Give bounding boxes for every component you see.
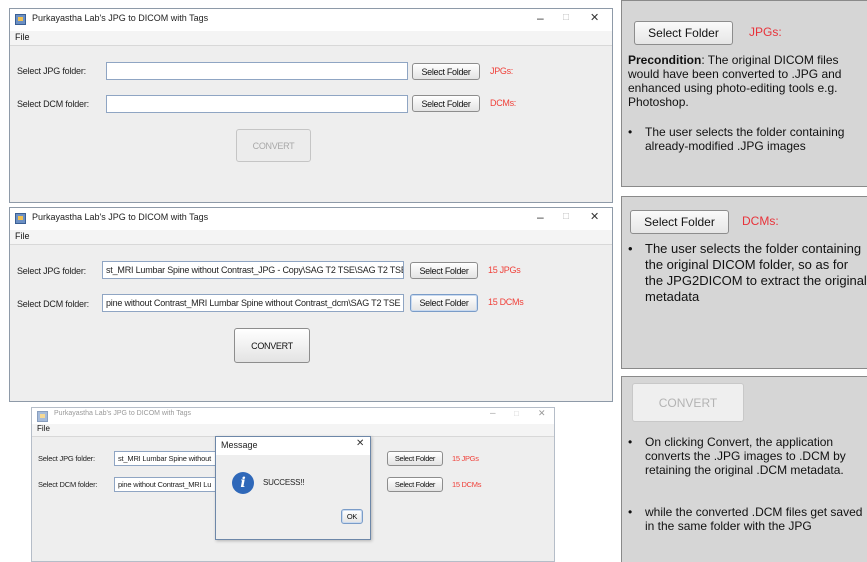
select-dcm-folder-button[interactable]: Select Folder — [412, 95, 480, 112]
jpg-folder-field[interactable]: st_MRI Lumbar Spine without Contrast_JPG… — [102, 261, 404, 279]
bullet-text: while the converted .DCM files get saved… — [645, 505, 863, 533]
jpg-count-status: 15 JPGs — [452, 454, 479, 463]
dialog-close-button[interactable]: ✕ — [356, 438, 364, 449]
select-jpg-folder-button[interactable]: Select Folder — [410, 262, 478, 279]
maximize-button[interactable]: □ — [514, 409, 519, 418]
minimize-button[interactable]: – — [490, 408, 496, 419]
dialog-message: SUCCESS!! — [263, 478, 305, 487]
jpg-folder-label: Select JPG folder: — [17, 66, 86, 76]
jpg-folder-label: Select JPG folder: — [17, 266, 86, 276]
bullet-text: On clicking Convert, the application con… — [645, 435, 846, 477]
minimize-button[interactable]: – — [537, 11, 544, 25]
bullet-dot: • — [628, 505, 633, 519]
convert-button[interactable]: CONVERT — [236, 129, 311, 162]
dcm-folder-field[interactable]: pine without Contrast_MRI Lumbar Spine w… — [102, 294, 404, 312]
close-button[interactable]: ✕ — [590, 11, 599, 24]
panel3-bullet-2: • while the converted .DCM files get sav… — [628, 505, 867, 533]
success-dialog: Message ✕ i SUCCESS!! OK — [215, 436, 371, 540]
menu-bar: File — [10, 230, 612, 245]
panel1-bullet: • The user selects the folder containing… — [628, 125, 866, 153]
dcm-count-status: 15 DCMs — [452, 480, 482, 489]
panel-select-dcm: Select Folder DCMs: • The user selects t… — [621, 196, 867, 369]
window-title: Purkayastha Lab's JPG to DICOM with Tags — [54, 410, 191, 417]
close-button[interactable]: ✕ — [590, 210, 599, 223]
information-icon: i — [232, 472, 254, 494]
menu-file[interactable]: File — [15, 32, 30, 42]
java-app-icon — [15, 213, 26, 224]
dcm-count-status: 15 DCMs — [488, 297, 524, 307]
title-bar: Purkayastha Lab's JPG to DICOM with Tags… — [32, 408, 554, 424]
select-dcm-folder-button[interactable]: Select Folder — [387, 477, 443, 492]
maximize-button[interactable]: □ — [563, 12, 569, 23]
jpg-count-status: 15 JPGs — [488, 265, 521, 275]
dcm-folder-field[interactable]: pine without Contrast_MRI Lu — [114, 477, 224, 492]
convert-button[interactable]: CONVERT — [632, 383, 744, 422]
menu-bar: File — [10, 31, 612, 46]
minimize-button[interactable]: – — [537, 210, 544, 224]
precondition-label: Precondition — [628, 53, 702, 67]
bullet-text: The user selects the folder containing t… — [645, 241, 867, 304]
convert-button[interactable]: CONVERT — [234, 328, 310, 363]
jpg-folder-field[interactable]: st_MRI Lumbar Spine without — [114, 451, 224, 466]
select-jpg-folder-button[interactable]: Select Folder — [412, 63, 480, 80]
dcm-count-status: DCMs: — [490, 98, 516, 108]
jpg-count-status: JPGs: — [490, 66, 514, 76]
bullet-dot: • — [628, 125, 633, 139]
select-jpg-folder-button[interactable]: Select Folder — [387, 451, 443, 466]
java-app-icon — [37, 411, 48, 422]
app-window-empty: Purkayastha Lab's JPG to DICOM with Tags… — [9, 8, 613, 203]
precondition-text: Precondition: The original DICOM files w… — [628, 53, 867, 109]
dcm-folder-label: Select DCM folder: — [38, 480, 98, 489]
jpg-folder-field[interactable] — [106, 62, 408, 80]
java-app-icon — [15, 14, 26, 25]
dcm-folder-label: Select DCM folder: — [17, 299, 89, 309]
panel2-bullet: • The user selects the folder containing… — [628, 241, 867, 305]
title-bar: Purkayastha Lab's JPG to DICOM with Tags… — [10, 9, 612, 31]
maximize-button[interactable]: □ — [563, 211, 569, 222]
app-window-filled: Purkayastha Lab's JPG to DICOM with Tags… — [9, 207, 613, 402]
close-button[interactable]: ✕ — [538, 408, 546, 419]
ok-button[interactable]: OK — [341, 509, 363, 524]
bullet-text: The user selects the folder containing a… — [645, 125, 845, 153]
select-dcm-folder-button[interactable]: Select Folder — [410, 294, 478, 312]
select-jpg-folder-button[interactable]: Select Folder — [634, 21, 733, 45]
window-title: Purkayastha Lab's JPG to DICOM with Tags — [32, 212, 209, 222]
panel3-bullet-1: • On clicking Convert, the application c… — [628, 435, 867, 477]
jpg-folder-label: Select JPG folder: — [38, 454, 95, 463]
title-bar: Purkayastha Lab's JPG to DICOM with Tags… — [10, 208, 612, 230]
dialog-title: Message — [221, 440, 258, 450]
jpgs-tag: JPGs: — [749, 25, 782, 39]
dcms-tag: DCMs: — [742, 214, 779, 228]
panel-convert: CONVERT • On clicking Convert, the appli… — [621, 376, 867, 562]
dialog-title-bar: Message ✕ — [216, 437, 370, 455]
dcm-folder-field[interactable] — [106, 95, 408, 113]
window-title: Purkayastha Lab's JPG to DICOM with Tags — [32, 13, 209, 23]
dcm-folder-label: Select DCM folder: — [17, 99, 89, 109]
bullet-dot: • — [628, 435, 633, 449]
menu-file[interactable]: File — [37, 424, 50, 433]
menu-file[interactable]: File — [15, 231, 30, 241]
panel-select-jpg: Select Folder JPGs: Precondition: The or… — [621, 0, 867, 187]
select-dcm-folder-button[interactable]: Select Folder — [630, 210, 729, 234]
bullet-dot: • — [628, 241, 633, 256]
